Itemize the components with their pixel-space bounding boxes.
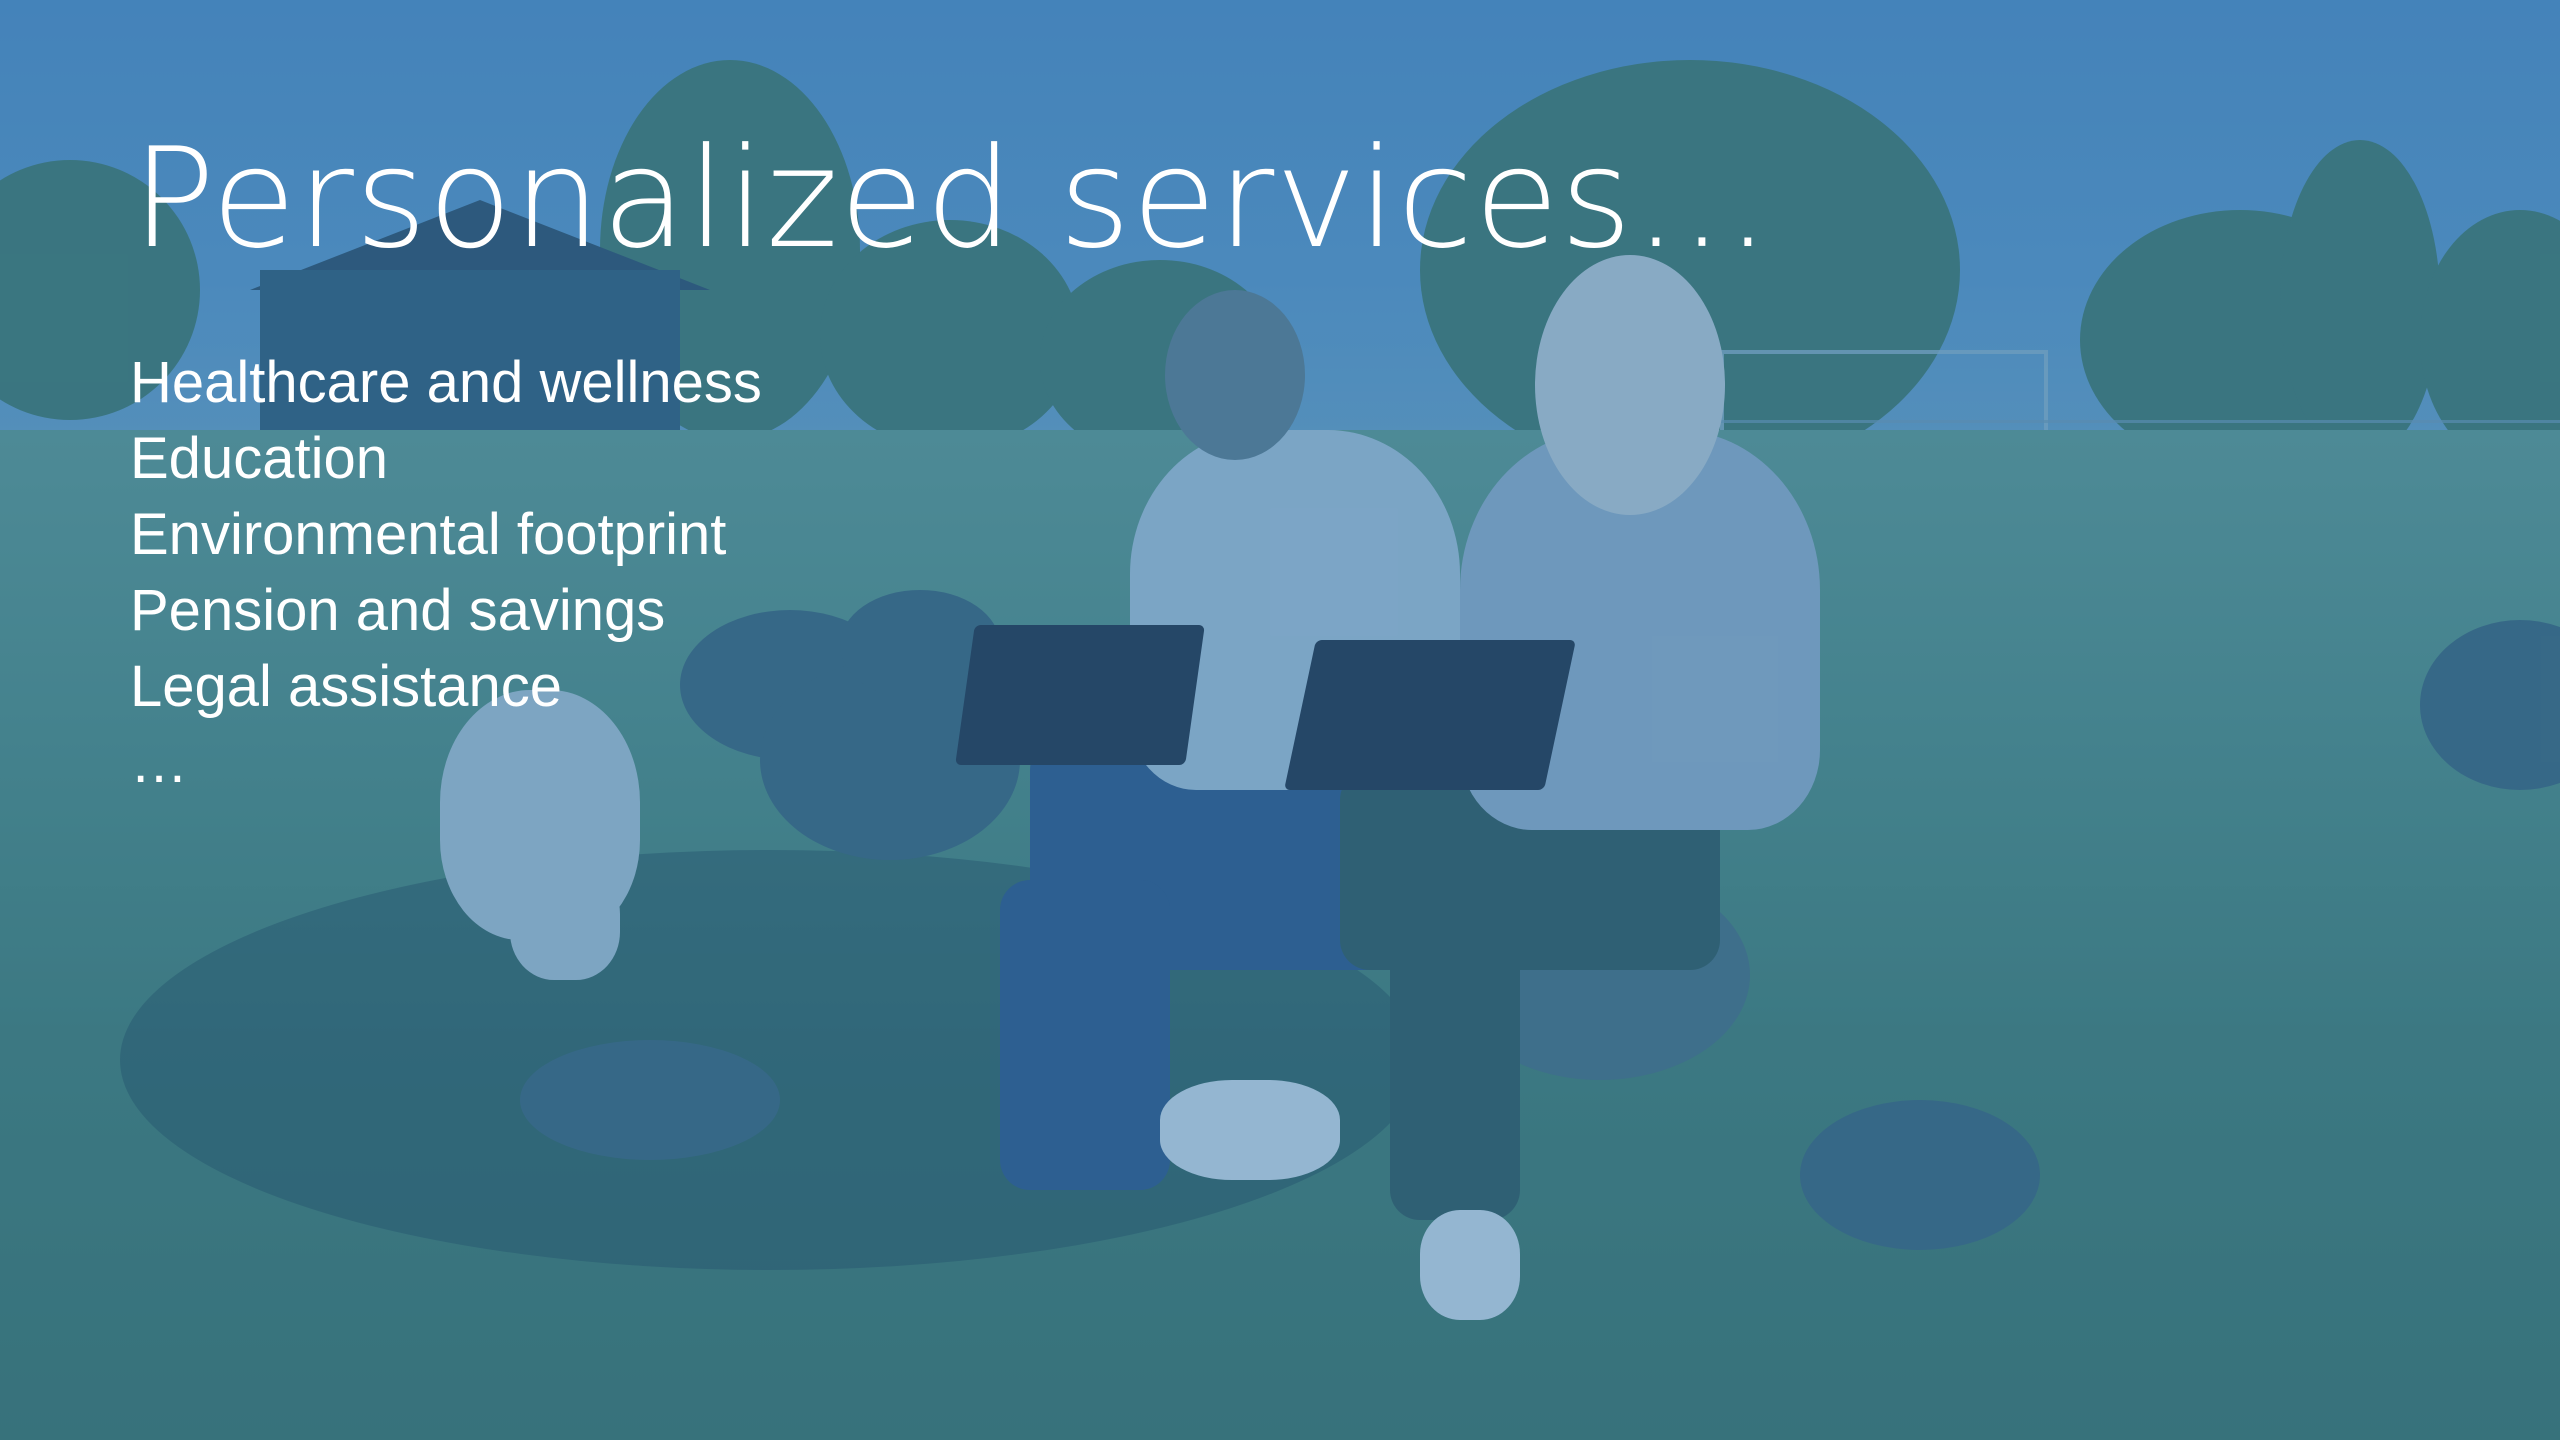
list-item: Environmental footprint — [130, 502, 727, 567]
slide: Personalized services… Healthcare and we… — [0, 0, 2560, 1440]
list-item: … — [130, 730, 188, 795]
list-item: Healthcare and wellness — [130, 350, 762, 415]
services-list: Healthcare and wellness Education Enviro… — [130, 345, 762, 801]
slide-title: Personalized services… — [132, 118, 1772, 279]
list-item: Education — [130, 426, 388, 491]
list-item: Pension and savings — [130, 578, 666, 643]
list-item: Legal assistance — [130, 654, 563, 719]
